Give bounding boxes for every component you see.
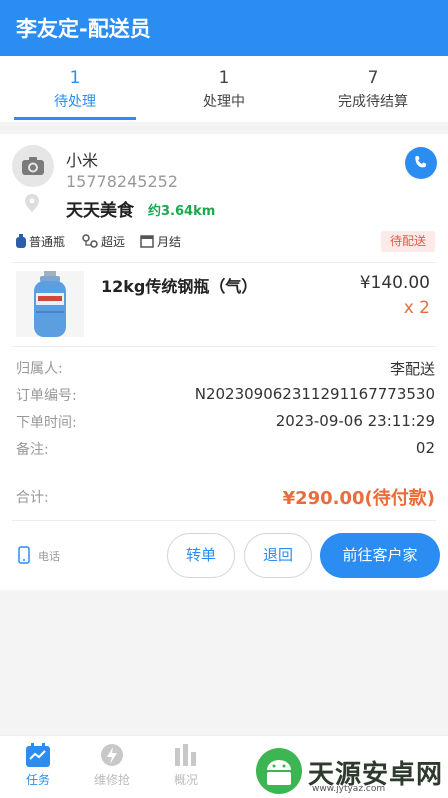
- total-row: 合计: ¥290.00(待付款): [16, 484, 435, 510]
- phone-icon: [415, 155, 427, 168]
- watermark: 天源安卓网 www.jytyaz.com: [250, 744, 448, 798]
- phone-link[interactable]: 电话: [18, 546, 60, 564]
- info-key: 归属人:: [16, 361, 63, 377]
- total-amount: ¥290.00(待付款): [282, 488, 435, 509]
- info-value: N202309062311291167773530: [194, 385, 435, 403]
- info-order-time: 下单时间: 2023-09-06 23:11:29: [16, 412, 435, 434]
- total-label: 合计:: [16, 490, 49, 506]
- calendar-icon: [26, 743, 50, 767]
- info-value: 2023-09-06 23:11:29: [275, 412, 435, 430]
- tab-count: 7: [367, 68, 379, 88]
- tab-count: 1: [69, 68, 81, 88]
- info-owner: 归属人: 李配送: [16, 358, 435, 380]
- product-name: 12kg传统钢瓶（气）: [101, 277, 258, 296]
- tag-far: 超远: [82, 233, 125, 250]
- info-key: 订单编号:: [16, 388, 77, 404]
- page-title: 李友定-配送员: [16, 17, 151, 41]
- info-value: 李配送: [389, 360, 435, 378]
- nav-tasks[interactable]: 任务: [8, 742, 68, 788]
- tab-pending[interactable]: 1 待处理: [0, 56, 150, 122]
- calendar-icon: [140, 235, 154, 248]
- product-image: [16, 271, 84, 337]
- transfer-button[interactable]: 转单: [167, 533, 235, 578]
- divider: [12, 520, 436, 521]
- divider: [12, 262, 436, 263]
- nav-overview[interactable]: 概况: [156, 742, 216, 788]
- product-price: ¥140.00: [359, 273, 430, 293]
- status-badge: 待配送: [381, 231, 435, 252]
- go-to-customer-button[interactable]: 前往客户家: [320, 533, 440, 578]
- location-pin-icon: [25, 194, 39, 212]
- distance: 约3.64km: [148, 204, 216, 219]
- return-button[interactable]: 退回: [244, 533, 312, 578]
- tab-indicator: [14, 117, 136, 120]
- tab-completed[interactable]: 7 完成待结算: [298, 56, 448, 122]
- shop-name: 天天美食: [66, 201, 134, 221]
- phone-link-label: 电话: [38, 550, 60, 563]
- info-key: 下单时间:: [16, 415, 77, 431]
- info-key: 备注:: [16, 442, 49, 458]
- call-button[interactable]: [405, 147, 437, 179]
- bar-chart-icon: [175, 744, 196, 766]
- divider: [12, 346, 436, 347]
- info-remark: 备注: 02: [16, 439, 435, 461]
- tab-label: 处理中: [203, 94, 245, 110]
- customer-name: 小米: [66, 151, 99, 170]
- tag-bottle-type: 普通瓶: [16, 233, 65, 250]
- camera-icon: [22, 157, 44, 175]
- product-quantity: x 2: [403, 298, 430, 318]
- gas-cylinder-image: [34, 271, 66, 337]
- nav-label: 维修抢: [93, 773, 130, 787]
- gas-bottle-icon: [16, 234, 26, 248]
- avatar: [12, 145, 54, 187]
- info-value: 02: [415, 439, 435, 457]
- app-bar: 李友定-配送员: [0, 0, 448, 56]
- nav-repair[interactable]: 维修抢: [82, 742, 142, 788]
- tab-label: 完成待结算: [338, 94, 408, 110]
- tab-processing[interactable]: 1 处理中: [150, 56, 298, 122]
- bolt-icon: [101, 744, 123, 766]
- info-order-number: 订单编号: N202309062311291167773530: [16, 385, 435, 407]
- watermark-url: www.jytyaz.com: [312, 784, 386, 794]
- nav-label: 任务: [25, 773, 50, 787]
- status-tabs: 1 待处理 1 处理中 7 完成待结算: [0, 56, 448, 122]
- android-logo-icon: [256, 748, 302, 794]
- mobile-phone-icon: [18, 546, 30, 564]
- tag-monthly: 月结: [140, 233, 181, 250]
- order-card: 小米 15778245252 天天美食 约3.64km 普通瓶 超远 月结 待配…: [0, 134, 448, 590]
- tab-label: 待处理: [54, 94, 96, 110]
- nav-label: 概况: [173, 773, 198, 787]
- tab-count: 1: [218, 68, 230, 88]
- customer-phone: 15778245252: [66, 172, 178, 191]
- route-icon: [82, 234, 98, 248]
